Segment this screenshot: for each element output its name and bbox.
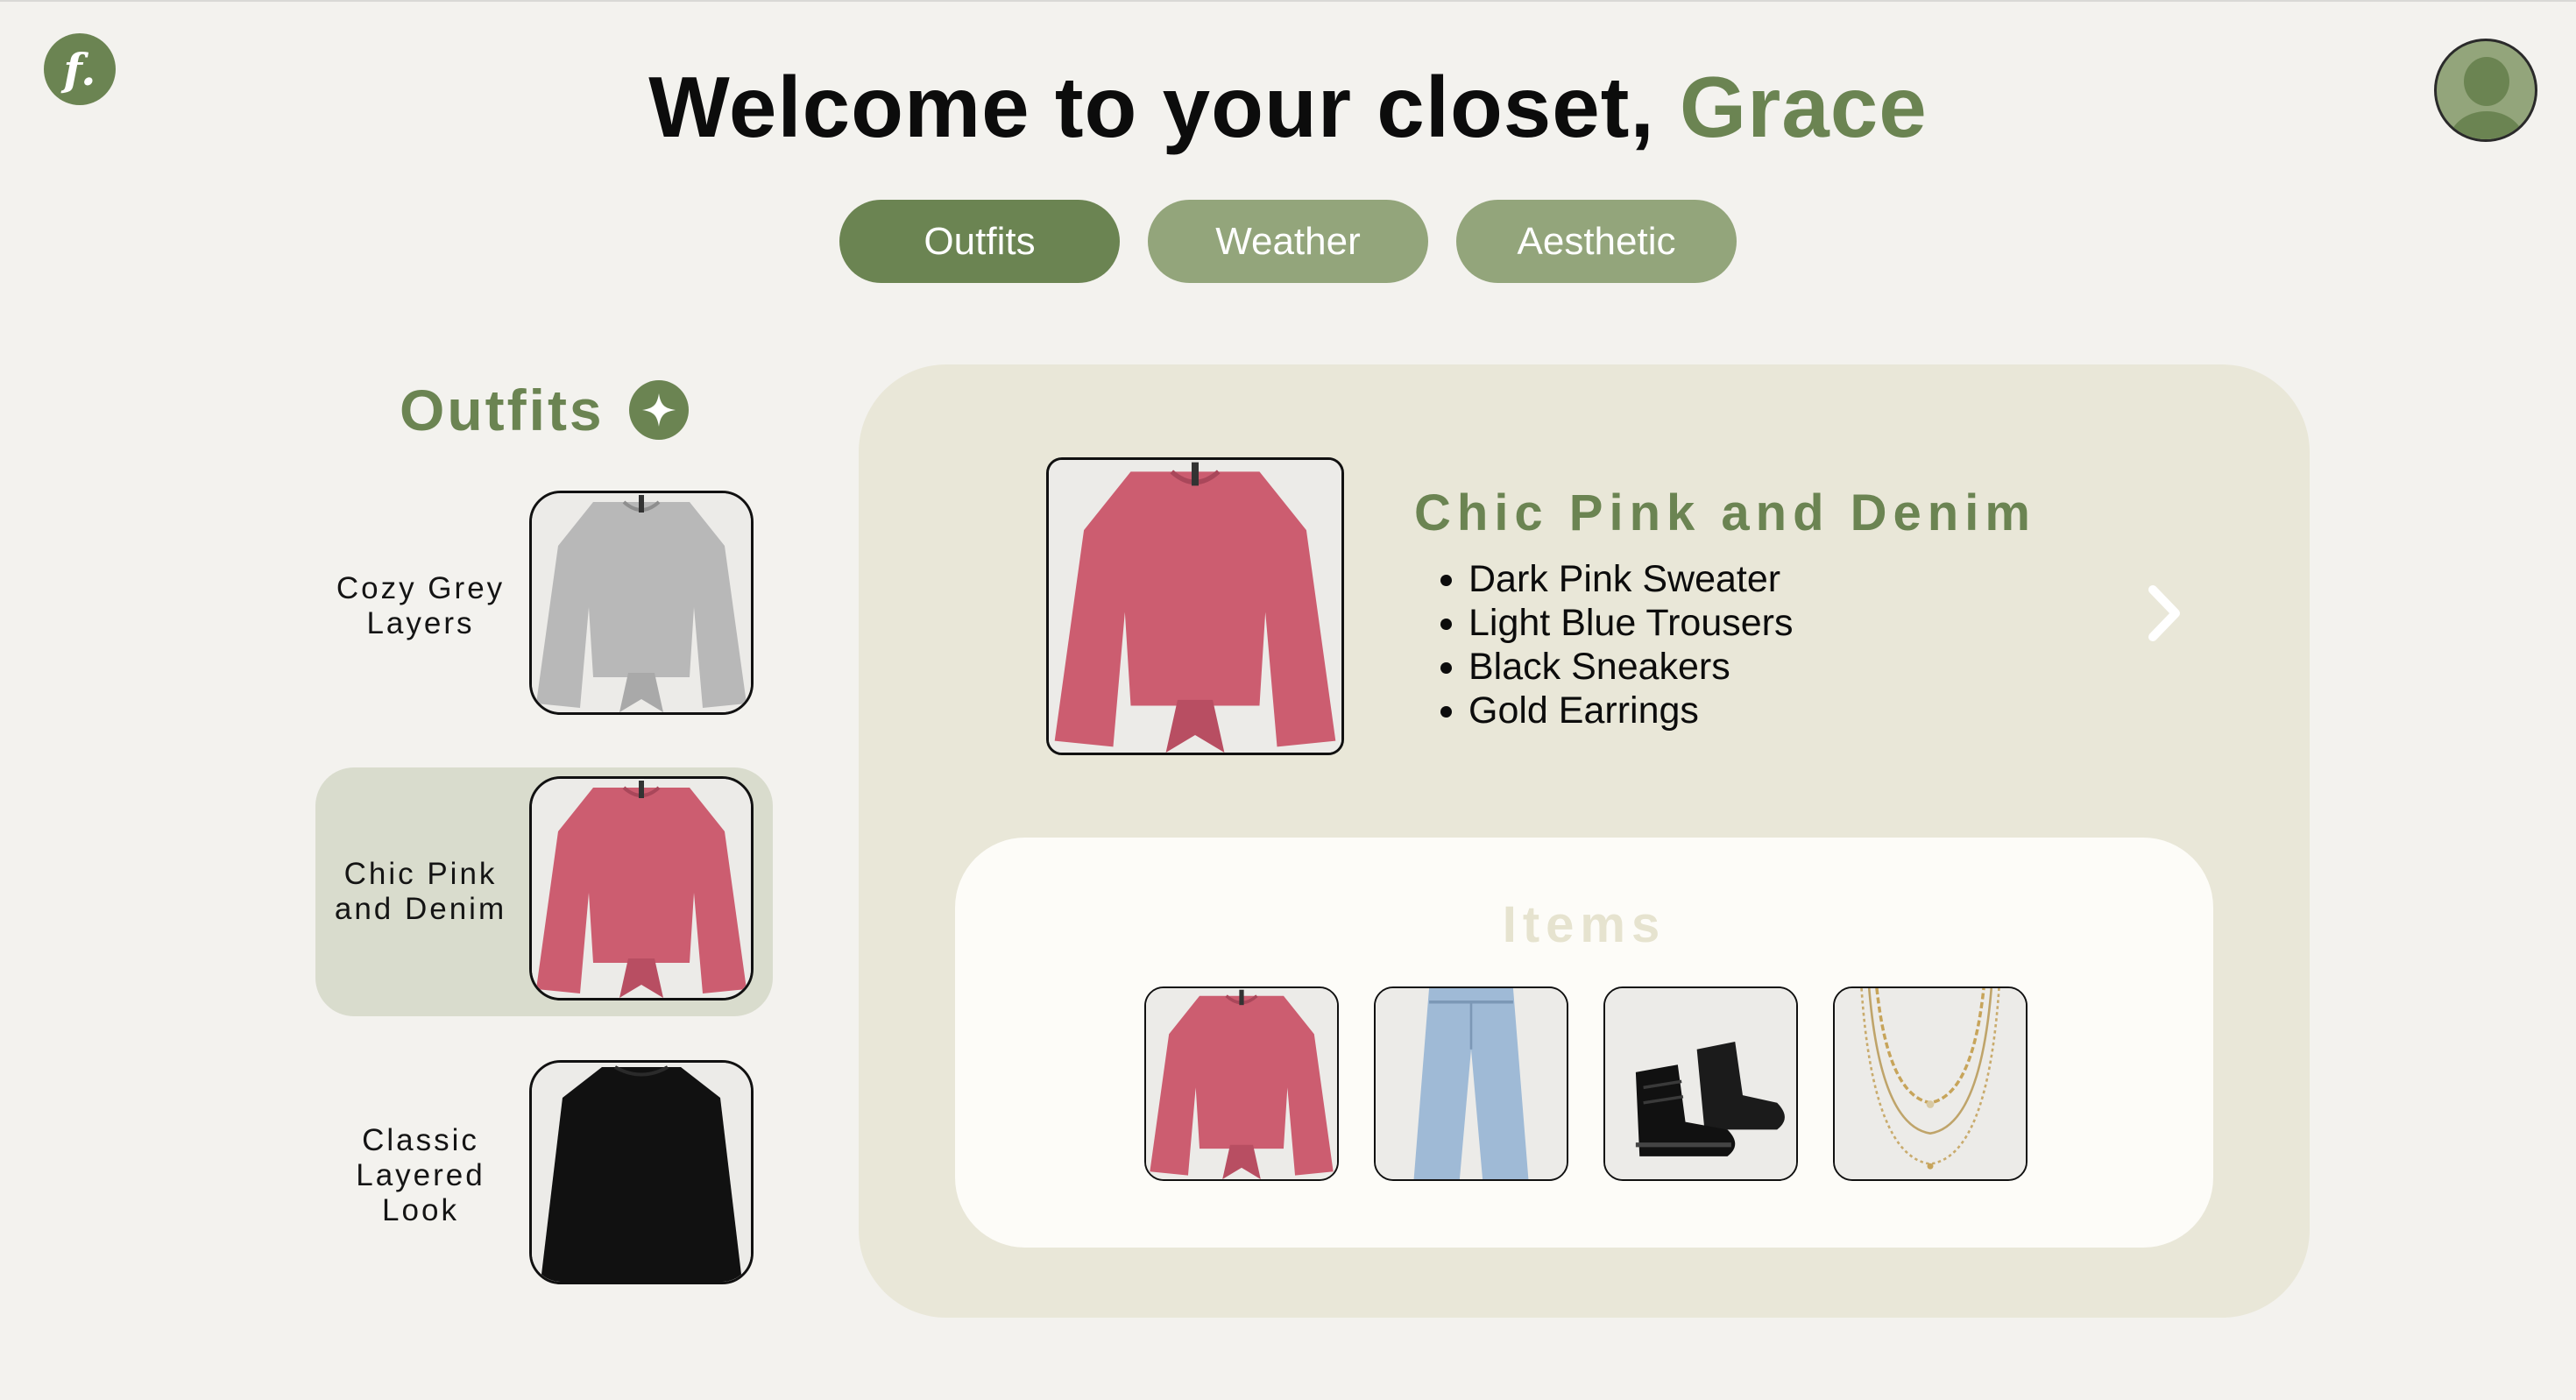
item-pink-sweater[interactable] <box>1144 986 1339 1181</box>
jeans-icon <box>1376 988 1567 1179</box>
list-item: Dark Pink Sweater <box>1468 557 1793 601</box>
pink-sweater-icon <box>1049 460 1341 753</box>
featured-outfit-image <box>1046 457 1344 755</box>
outfit-card-chic-pink-and-denim[interactable]: Chic Pink and Denim <box>315 767 773 1016</box>
items-title: Items <box>1502 896 1667 953</box>
sparkle-icon[interactable] <box>628 380 689 440</box>
items-row <box>1144 986 2028 1181</box>
tab-aesthetic[interactable]: Aesthetic <box>1456 200 1737 283</box>
grey-sweater-icon <box>532 493 751 712</box>
outfit-name: Chic Pink and Denim <box>334 857 507 926</box>
boots-icon <box>1605 988 1796 1179</box>
outfits-title: Outfits <box>400 378 605 442</box>
necklace-icon <box>1835 988 2026 1179</box>
outfit-name: Classic Layered Look <box>356 1123 485 1227</box>
outfit-thumbnail <box>529 1060 754 1284</box>
tab-outfits[interactable]: Outfits <box>839 200 1120 283</box>
outfit-thumbnail <box>529 491 754 715</box>
page-title: Welcome to your closet, Grace <box>0 58 2576 157</box>
list-item: Light Blue Trousers <box>1468 601 1793 645</box>
outfit-pieces-list: Dark Pink Sweater Light Blue Trousers Bl… <box>1433 557 1793 732</box>
outfit-thumbnail <box>529 776 754 1001</box>
outfit-card-cozy-grey-layers[interactable]: Cozy Grey Layers <box>315 482 773 731</box>
pink-sweater-icon <box>532 779 751 998</box>
items-panel: Items <box>955 838 2213 1248</box>
tab-bar: Outfits Weather Aesthetic <box>839 200 1737 283</box>
outfit-card-classic-layered-look[interactable]: Classic Layered Look <box>315 1051 773 1300</box>
item-black-sneakers[interactable] <box>1603 986 1798 1181</box>
pink-sweater-icon <box>1146 988 1337 1179</box>
list-item: Black Sneakers <box>1468 645 1793 689</box>
outfit-title: Chic Pink and Denim <box>1414 484 2036 541</box>
tab-weather[interactable]: Weather <box>1148 200 1428 283</box>
item-light-blue-trousers[interactable] <box>1374 986 1568 1181</box>
black-sweater-icon <box>532 1063 751 1282</box>
user-name: Grace <box>1679 59 1928 155</box>
item-gold-earrings[interactable] <box>1833 986 2028 1181</box>
outfit-detail-card: Chic Pink and Denim Dark Pink Sweater Li… <box>859 364 2310 1318</box>
outfits-heading: Outfits <box>400 377 689 443</box>
welcome-text: Welcome to your closet, <box>648 59 1655 155</box>
outfit-name: Cozy Grey Layers <box>336 571 506 640</box>
chevron-right-icon[interactable] <box>2138 578 2190 648</box>
list-item: Gold Earrings <box>1468 689 1793 732</box>
